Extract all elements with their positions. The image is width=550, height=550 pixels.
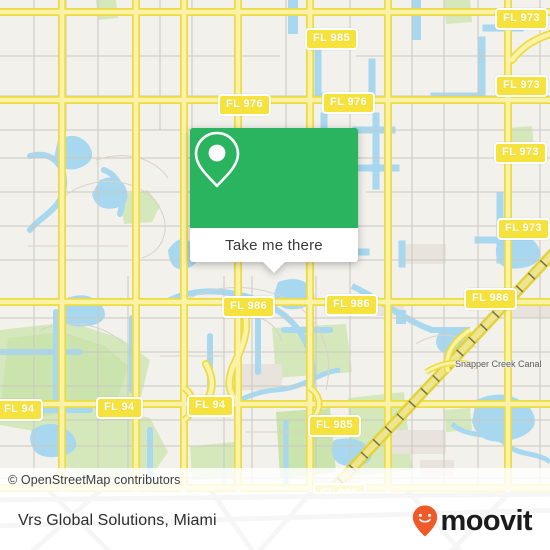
highway-shield: FL 976 [322,92,376,114]
highway-shield: FL 985 [308,415,362,437]
highway-shield: FL 986 [464,288,518,310]
highway-shield: FL 985 [305,28,359,50]
map-canvas[interactable]: .bg { fill:#f2f1ec; } .park { fill:#d4e8… [0,0,550,492]
highway-shield: FL 973 [495,75,549,97]
callout-icon-panel [190,128,358,228]
callout-cta-label: Take me there [225,236,323,254]
highway-shield: FL 973 [494,142,548,164]
footer-bar: Vrs Global Solutions, Miami moovit [0,492,550,550]
osm-attribution-bar: © OpenStreetMap contributors [0,468,550,492]
highway-shield: FL 94 [0,399,43,421]
footer-content: Vrs Global Solutions, Miami moovit [0,492,550,550]
highway-shield: FL 94 [187,395,234,417]
map-pin-icon [194,131,240,188]
moovit-wordmark: moovit [440,504,533,537]
callout-pointer-tail [263,262,285,273]
highway-shield: FL 94 [96,397,143,419]
moovit-place-map-card: .bg { fill:#f2f1ec; } .park { fill:#d4e8… [0,0,550,550]
highway-shield: FL 986 [222,296,276,318]
map-feature-label: Snapper Creek Canal [455,359,542,369]
osm-attribution-text[interactable]: © OpenStreetMap contributors [0,473,181,487]
callout-cta-panel[interactable]: Take me there [190,228,358,262]
place-name-label: Vrs Global Solutions, Miami [18,512,217,529]
highway-shield: FL 986 [325,294,379,316]
highway-shield: FL 973 [495,8,549,30]
highway-shield: FL 976 [218,94,272,116]
highway-shield: FL 973 [497,218,550,240]
moovit-logo[interactable]: moovit [412,504,533,537]
take-me-there-callout[interactable]: Take me there [190,128,358,273]
moovit-pin-icon [412,505,437,537]
